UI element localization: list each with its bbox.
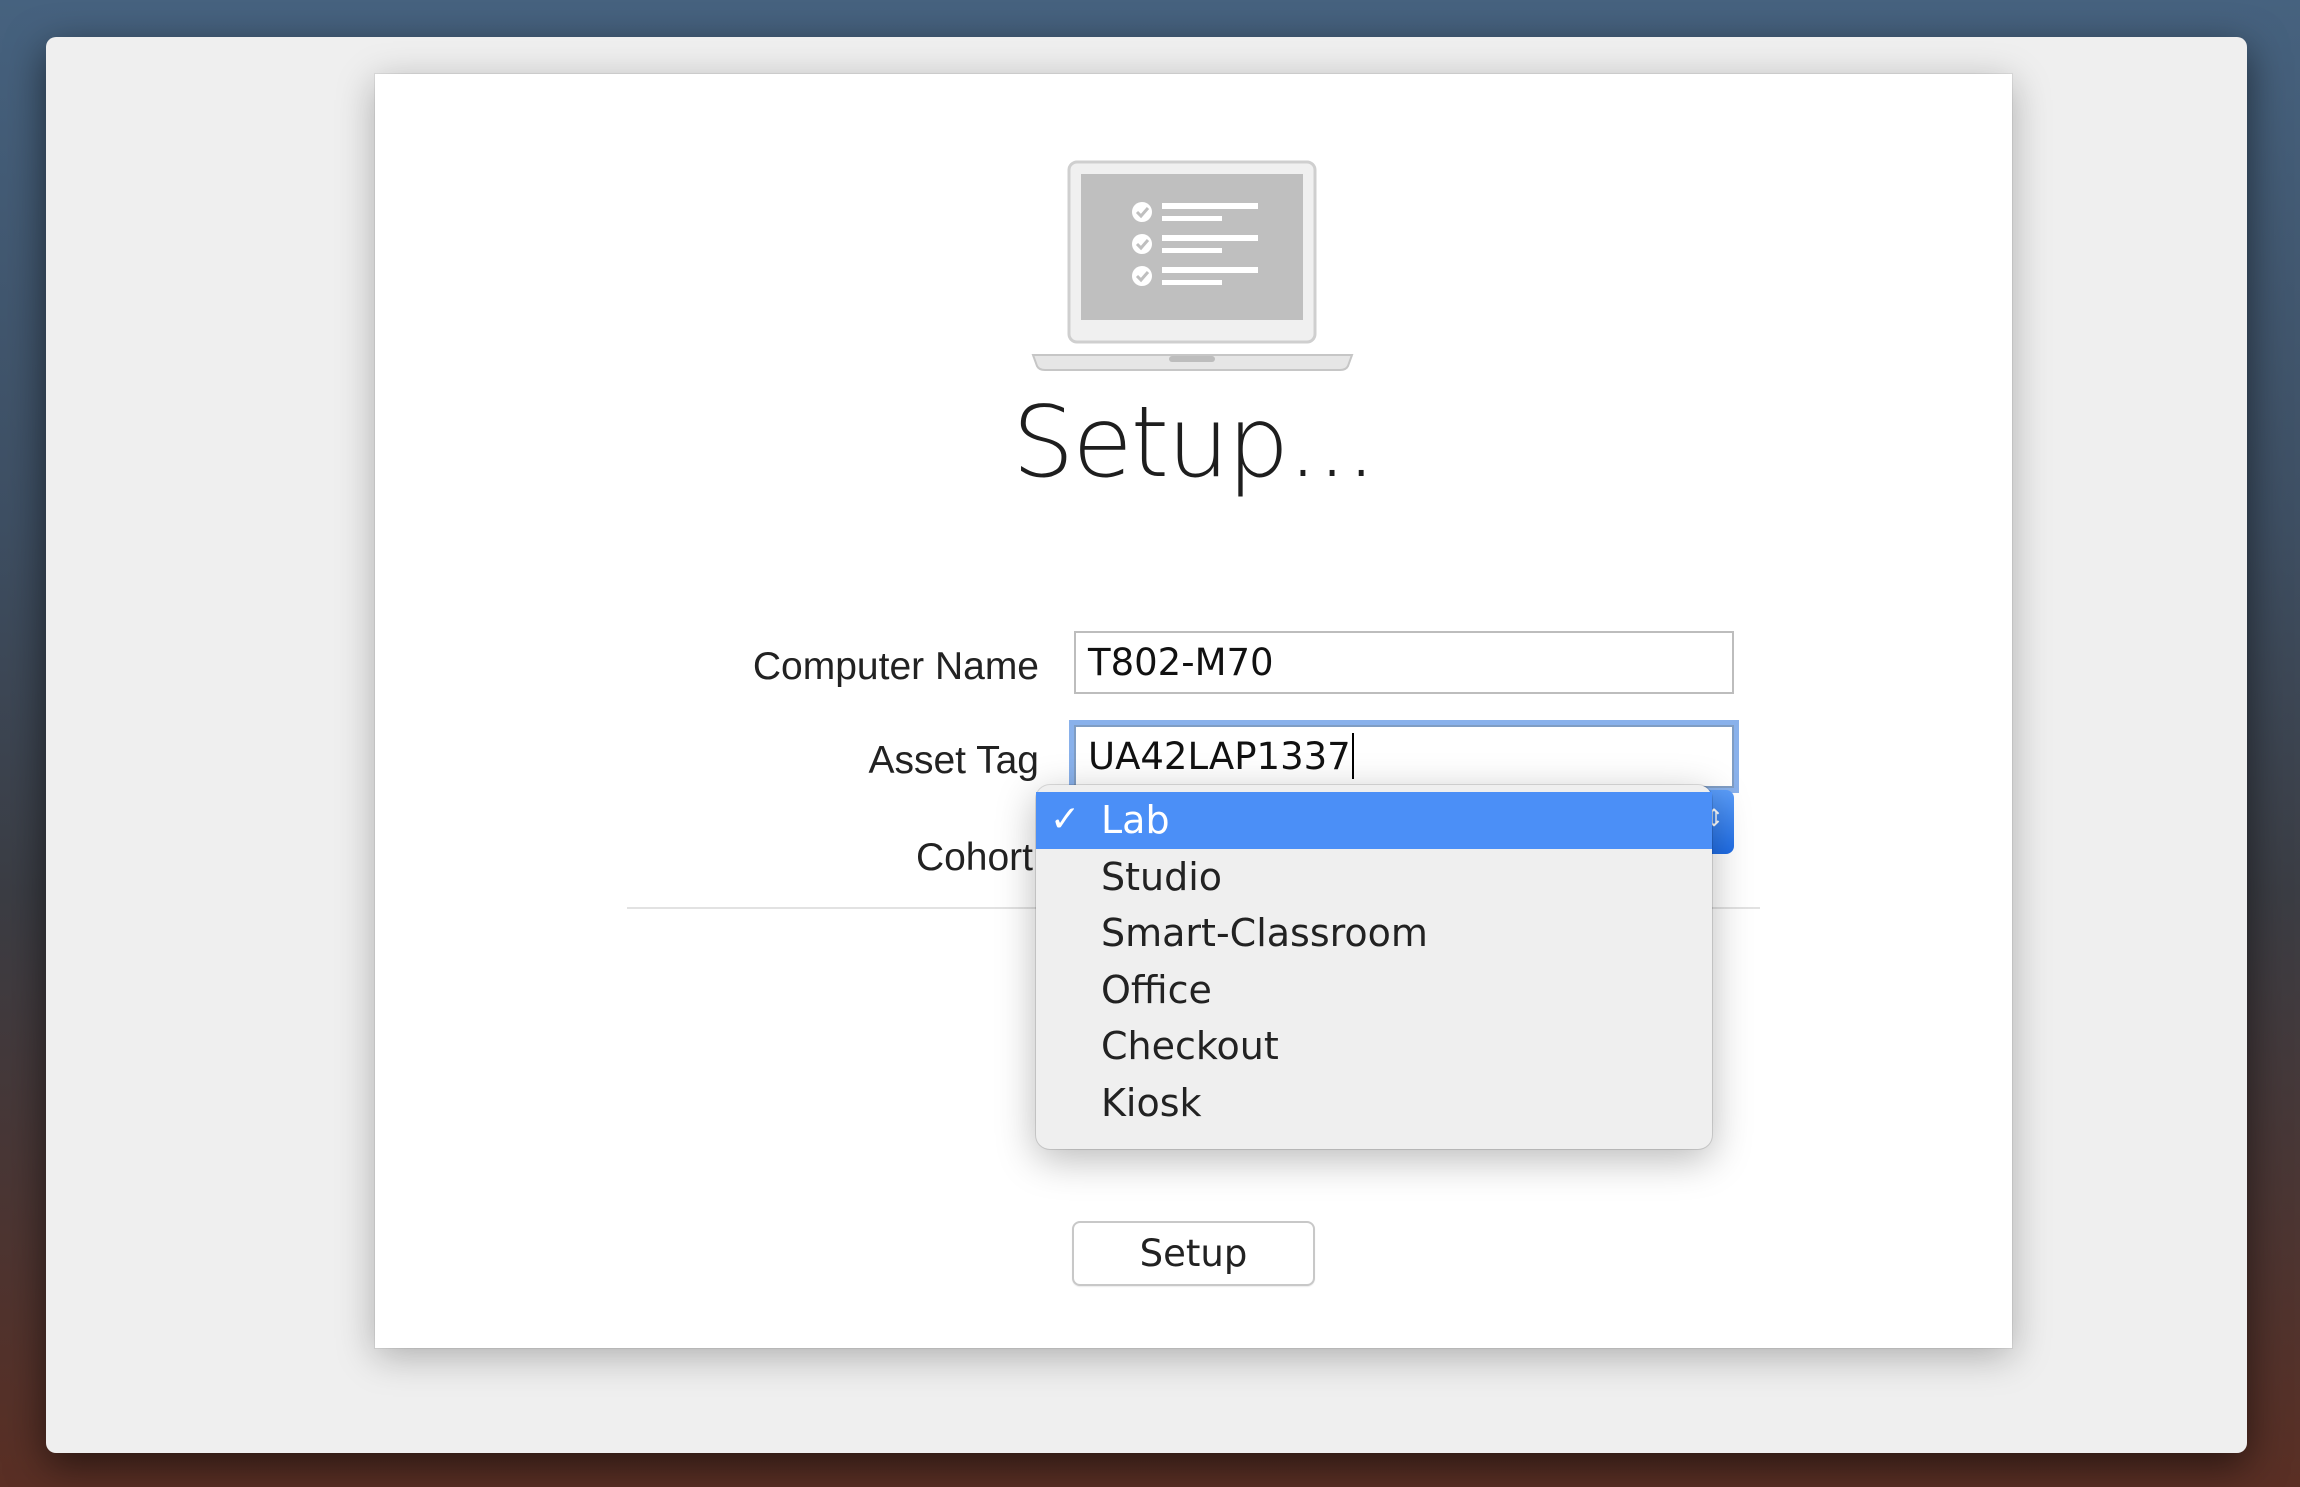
computer-name-field[interactable]: T802-M70 bbox=[1074, 631, 1734, 694]
page-title: Setup... bbox=[1012, 386, 1377, 500]
cohort-option-smart-classroom[interactable]: Smart-Classroom bbox=[1036, 905, 1712, 962]
asset-tag-label: Asset Tag bbox=[868, 739, 1039, 782]
cohort-option-office[interactable]: Office bbox=[1036, 962, 1712, 1019]
cohort-label: Cohort bbox=[915, 836, 1033, 879]
cohort-option-kiosk[interactable]: Kiosk bbox=[1036, 1075, 1712, 1132]
cohort-option-studio[interactable]: Studio bbox=[1036, 849, 1712, 906]
option-label: Kiosk bbox=[1101, 1080, 1202, 1125]
laptop-checklist-icon bbox=[1031, 160, 1354, 371]
option-label: Studio bbox=[1101, 854, 1223, 899]
cohort-option-checkout[interactable]: Checkout bbox=[1036, 1018, 1712, 1075]
option-label: Office bbox=[1101, 967, 1212, 1012]
option-label: Checkout bbox=[1101, 1024, 1279, 1068]
asset-tag-value: UA42LAP1337 bbox=[1088, 735, 1351, 778]
checkmark-icon: ✓ bbox=[1050, 799, 1081, 840]
setup-button[interactable]: Setup bbox=[1072, 1221, 1315, 1286]
text-cursor bbox=[1351, 732, 1354, 779]
setup-sheet: Setup... Computer Name T802-M70 Asset Ta… bbox=[375, 74, 2012, 1348]
option-label: Lab bbox=[1101, 798, 1170, 842]
app-window: Setup... Computer Name T802-M70 Asset Ta… bbox=[46, 37, 2247, 1453]
computer-name-value: T802-M70 bbox=[1088, 641, 1274, 684]
cohort-dropdown-menu: ✓ Lab Studio Smart-Classroom Office Chec… bbox=[1036, 785, 1712, 1149]
cohort-option-lab[interactable]: ✓ Lab bbox=[1036, 792, 1712, 849]
asset-tag-field[interactable]: UA42LAP1337 bbox=[1074, 725, 1734, 788]
computer-name-label: Computer Name bbox=[752, 645, 1039, 688]
option-label: Smart-Classroom bbox=[1101, 911, 1428, 955]
